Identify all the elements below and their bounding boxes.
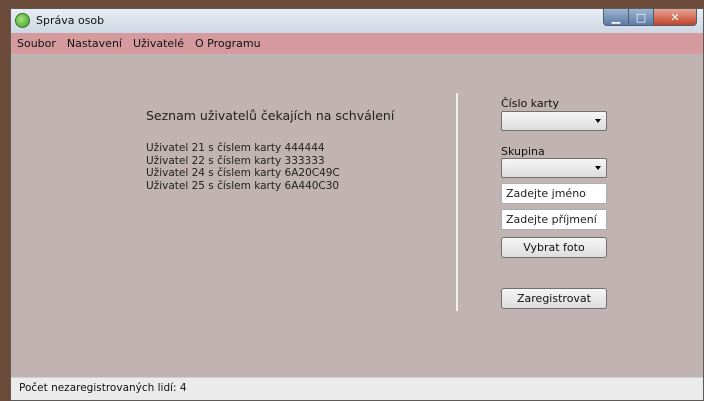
- menu-uzivatele[interactable]: Uživatelé: [133, 37, 184, 50]
- menu-soubor[interactable]: Soubor: [17, 37, 56, 50]
- close-button[interactable]: ✕: [654, 9, 697, 26]
- group-label: Skupina: [501, 145, 545, 158]
- register-button[interactable]: Zaregistrovat: [501, 288, 607, 309]
- status-bar: Počet nezaregistrovaných lidí: 4: [11, 377, 703, 400]
- chevron-down-icon: [595, 166, 601, 170]
- close-icon: ✕: [670, 10, 680, 24]
- pending-users-list: Uživatel 21 s číslem karty 444444 Uživat…: [146, 142, 340, 192]
- list-item: Uživatel 24 s číslem karty 6A20C49C: [146, 167, 340, 179]
- minimize-icon: ▁: [611, 10, 621, 24]
- last-name-input[interactable]: Zadejte příjmení: [501, 209, 607, 230]
- menu-nastaveni[interactable]: Nastavení: [67, 37, 122, 50]
- chevron-down-icon: [595, 119, 601, 123]
- pending-list-heading: Seznam uživatelů čekajích na schválení: [146, 108, 395, 123]
- card-number-label: Číslo karty: [501, 97, 560, 110]
- app-icon: [15, 13, 30, 28]
- app-window: Správa osob ▁ □ ✕ Soubor Nastavení Uživa…: [10, 8, 704, 401]
- window-title: Správa osob: [36, 14, 105, 27]
- list-item: Uživatel 25 s číslem karty 6A440C30: [146, 179, 340, 192]
- minimize-button[interactable]: ▁: [603, 9, 629, 26]
- vertical-divider: [456, 93, 458, 311]
- card-number-select[interactable]: [501, 111, 607, 131]
- maximize-icon: □: [635, 10, 647, 24]
- menu-o-programu[interactable]: O Programu: [195, 37, 261, 50]
- group-select[interactable]: [501, 158, 607, 178]
- choose-photo-button[interactable]: Vybrat foto: [501, 237, 607, 258]
- menu-bar: Soubor Nastavení Uživatelé O Programu: [11, 33, 703, 54]
- list-item: Uživatel 22 s číslem karty 333333: [146, 154, 325, 167]
- first-name-input[interactable]: Zadejte jméno: [501, 183, 607, 204]
- main-content: Seznam uživatelů čekajích na schválení U…: [11, 54, 703, 380]
- maximize-button[interactable]: □: [629, 9, 654, 26]
- status-text: Počet nezaregistrovaných lidí: 4: [19, 382, 187, 394]
- title-bar: Správa osob ▁ □ ✕: [11, 9, 703, 34]
- list-item: Uživatel 21 s číslem karty 444444: [146, 142, 325, 154]
- window-controls: ▁ □ ✕: [603, 9, 697, 27]
